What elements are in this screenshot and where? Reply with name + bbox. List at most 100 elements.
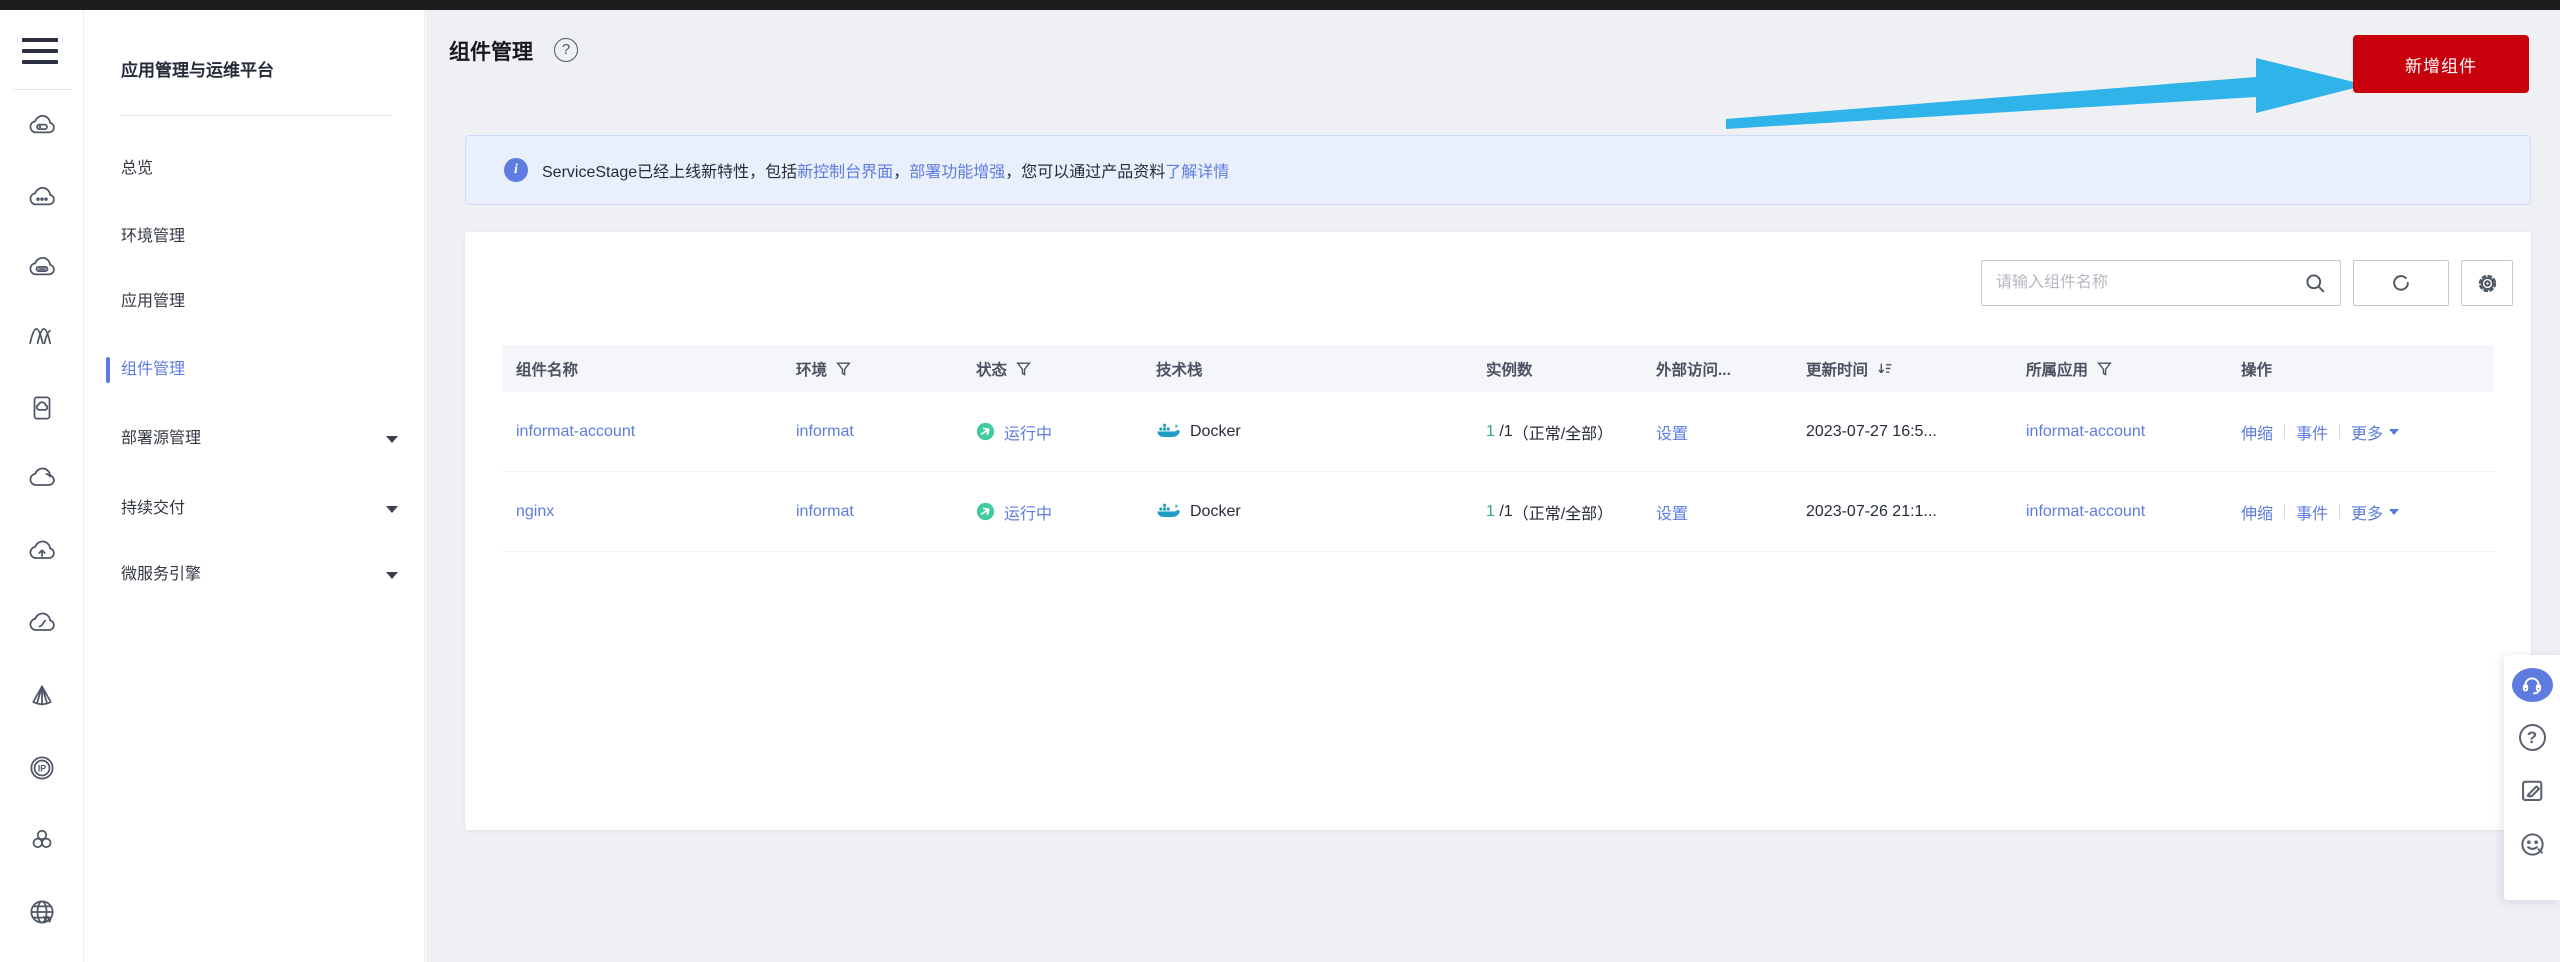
- smiley-icon: [2520, 832, 2544, 856]
- filter-icon[interactable]: [2096, 360, 2113, 377]
- sidebar-item-microservice-engine[interactable]: 微服务引擎: [85, 555, 424, 595]
- pyramid-icon[interactable]: [26, 681, 58, 713]
- satisfaction-smiley-button[interactable]: [2517, 829, 2547, 859]
- col-tech-stack: 技术栈: [1156, 361, 1203, 379]
- banner-text: ServiceStage已经上线新特性，包括: [542, 164, 798, 181]
- sidebar-item-continuous-delivery[interactable]: 持续交付: [85, 489, 424, 529]
- running-status-icon: [976, 502, 995, 521]
- cloud-server-icon[interactable]: [26, 112, 58, 144]
- update-time: 2023-07-27 16:5...: [1806, 422, 1937, 440]
- svg-text:IP: IP: [37, 763, 45, 773]
- stack-label: Docker: [1190, 422, 1241, 440]
- action-separator: [2339, 504, 2341, 519]
- events-action-link[interactable]: 事件: [2296, 500, 2328, 524]
- svg-text:W: W: [43, 915, 52, 925]
- instances-total: /1: [1499, 422, 1513, 440]
- banner-link-learn-more[interactable]: 了解详情: [1165, 158, 1229, 182]
- environment-link[interactable]: informat: [796, 423, 854, 441]
- banner-link-new-console[interactable]: 新控制台界面: [797, 158, 893, 182]
- col-actions: 操作: [2241, 361, 2273, 379]
- col-update-time: 更新时间: [1792, 358, 2012, 380]
- help-question-button[interactable]: ?: [2518, 724, 2546, 751]
- component-name-link[interactable]: informat-account: [516, 423, 635, 441]
- instances-total: /1: [1499, 502, 1513, 520]
- tablet-cloud-icon[interactable]: [26, 392, 58, 424]
- rail-divider: [13, 89, 71, 90]
- cloud-icon[interactable]: [26, 464, 58, 496]
- info-icon: i: [504, 158, 528, 182]
- edit-form-icon: [2521, 780, 2542, 801]
- status-text: 运行中: [1004, 505, 1053, 523]
- update-time: 2023-07-26 21:1...: [1806, 502, 1937, 520]
- table-row: informat-account informat 运行中 Docker 1 /…: [502, 392, 2494, 472]
- help-icon[interactable]: ?: [554, 38, 578, 62]
- add-component-button[interactable]: 新增组件: [2353, 35, 2529, 93]
- environment-link[interactable]: informat: [796, 503, 854, 521]
- filter-icon[interactable]: [835, 360, 852, 377]
- events-action-link[interactable]: 事件: [2296, 420, 2328, 444]
- cloud-db-icon[interactable]: [26, 254, 58, 286]
- banner-link-deploy-enhanced[interactable]: 部署功能增强: [909, 158, 1005, 182]
- top-black-bar: [0, 0, 2560, 10]
- sidebar-item-deploy-source[interactable]: 部署源管理: [85, 419, 424, 459]
- more-action-link[interactable]: 更多: [2351, 420, 2383, 444]
- cluster-icon[interactable]: [26, 824, 58, 856]
- status-text: 运行中: [1004, 425, 1053, 443]
- floating-help-rail: ?: [2504, 655, 2560, 900]
- globe-icon[interactable]: W: [26, 896, 58, 928]
- gear-icon: [2478, 274, 2496, 292]
- hamburger-menu-icon[interactable]: [22, 38, 58, 68]
- sidebar: 应用管理与运维平台 总览 环境管理 应用管理 组件管理 部署源管理 持续交付 微…: [85, 10, 425, 962]
- search-input[interactable]: [1982, 274, 2304, 292]
- page-title: 组件管理: [449, 41, 533, 64]
- instances-ok: 1: [1486, 502, 1495, 520]
- chevron-down-icon: [386, 506, 398, 513]
- application-link[interactable]: informat-account: [2026, 423, 2145, 441]
- sort-icon[interactable]: [1876, 360, 1893, 377]
- component-name-link[interactable]: nginx: [516, 503, 554, 521]
- sidebar-item-application[interactable]: 应用管理: [85, 282, 424, 322]
- docker-icon: [1157, 423, 1180, 437]
- sidebar-divider: [121, 115, 391, 116]
- table-header-row: 组件名称 环境 状态 技术栈 实例数 外部访问... 更新时间 所属应用 操作: [502, 345, 2494, 392]
- ip-icon[interactable]: IP: [26, 752, 58, 784]
- headset-icon: [2522, 677, 2542, 695]
- chevron-down-icon[interactable]: [2389, 428, 2400, 435]
- instances-note: （正常/全部）: [1512, 425, 1614, 443]
- col-component-name: 组件名称: [516, 361, 579, 379]
- col-status: 状态: [962, 358, 1142, 380]
- external-access-setup-link[interactable]: 设置: [1656, 420, 1688, 444]
- refresh-icon: [2393, 275, 2409, 291]
- external-access-setup-link[interactable]: 设置: [1656, 500, 1688, 524]
- sidebar-item-overview[interactable]: 总览: [85, 149, 424, 189]
- instances-ok: 1: [1486, 422, 1495, 440]
- scale-action-link[interactable]: 伸缩: [2241, 420, 2273, 444]
- filter-icon[interactable]: [1015, 360, 1032, 377]
- search-icon[interactable]: [2304, 272, 2340, 294]
- more-action-link[interactable]: 更多: [2351, 500, 2383, 524]
- sidebar-item-component[interactable]: 组件管理: [85, 350, 424, 390]
- cloud-more-icon[interactable]: [26, 184, 58, 216]
- feedback-form-button[interactable]: [2517, 775, 2547, 805]
- instances-note: （正常/全部）: [1512, 505, 1614, 523]
- chevron-down-icon[interactable]: [2389, 508, 2400, 515]
- action-separator: [2284, 504, 2286, 519]
- column-settings-button[interactable]: [2461, 260, 2513, 306]
- chevron-down-icon: [386, 436, 398, 443]
- table-row: nginx informat 运行中 Docker 1 /1 （正常/全部） 设置…: [502, 472, 2494, 552]
- application-link[interactable]: informat-account: [2026, 503, 2145, 521]
- cloud-meter-icon[interactable]: [26, 609, 58, 641]
- sidebar-item-environment[interactable]: 环境管理: [85, 217, 424, 257]
- refresh-button[interactable]: [2353, 260, 2449, 306]
- annotation-arrow: [1726, 58, 2366, 129]
- main-content: 组件管理 ? 新增组件 i ServiceStage已经上线新特性，包括 新控制台…: [426, 10, 2560, 962]
- action-separator: [2284, 424, 2286, 439]
- waves-icon[interactable]: [26, 321, 58, 353]
- support-headset-button[interactable]: [2511, 668, 2553, 702]
- scale-action-link[interactable]: 伸缩: [2241, 500, 2273, 524]
- chevron-down-icon: [386, 572, 398, 579]
- service-icon-rail: IP W: [0, 10, 84, 962]
- search-box: [1981, 260, 2341, 306]
- cloud-upload-icon[interactable]: [26, 537, 58, 569]
- sidebar-title: 应用管理与运维平台: [121, 61, 274, 80]
